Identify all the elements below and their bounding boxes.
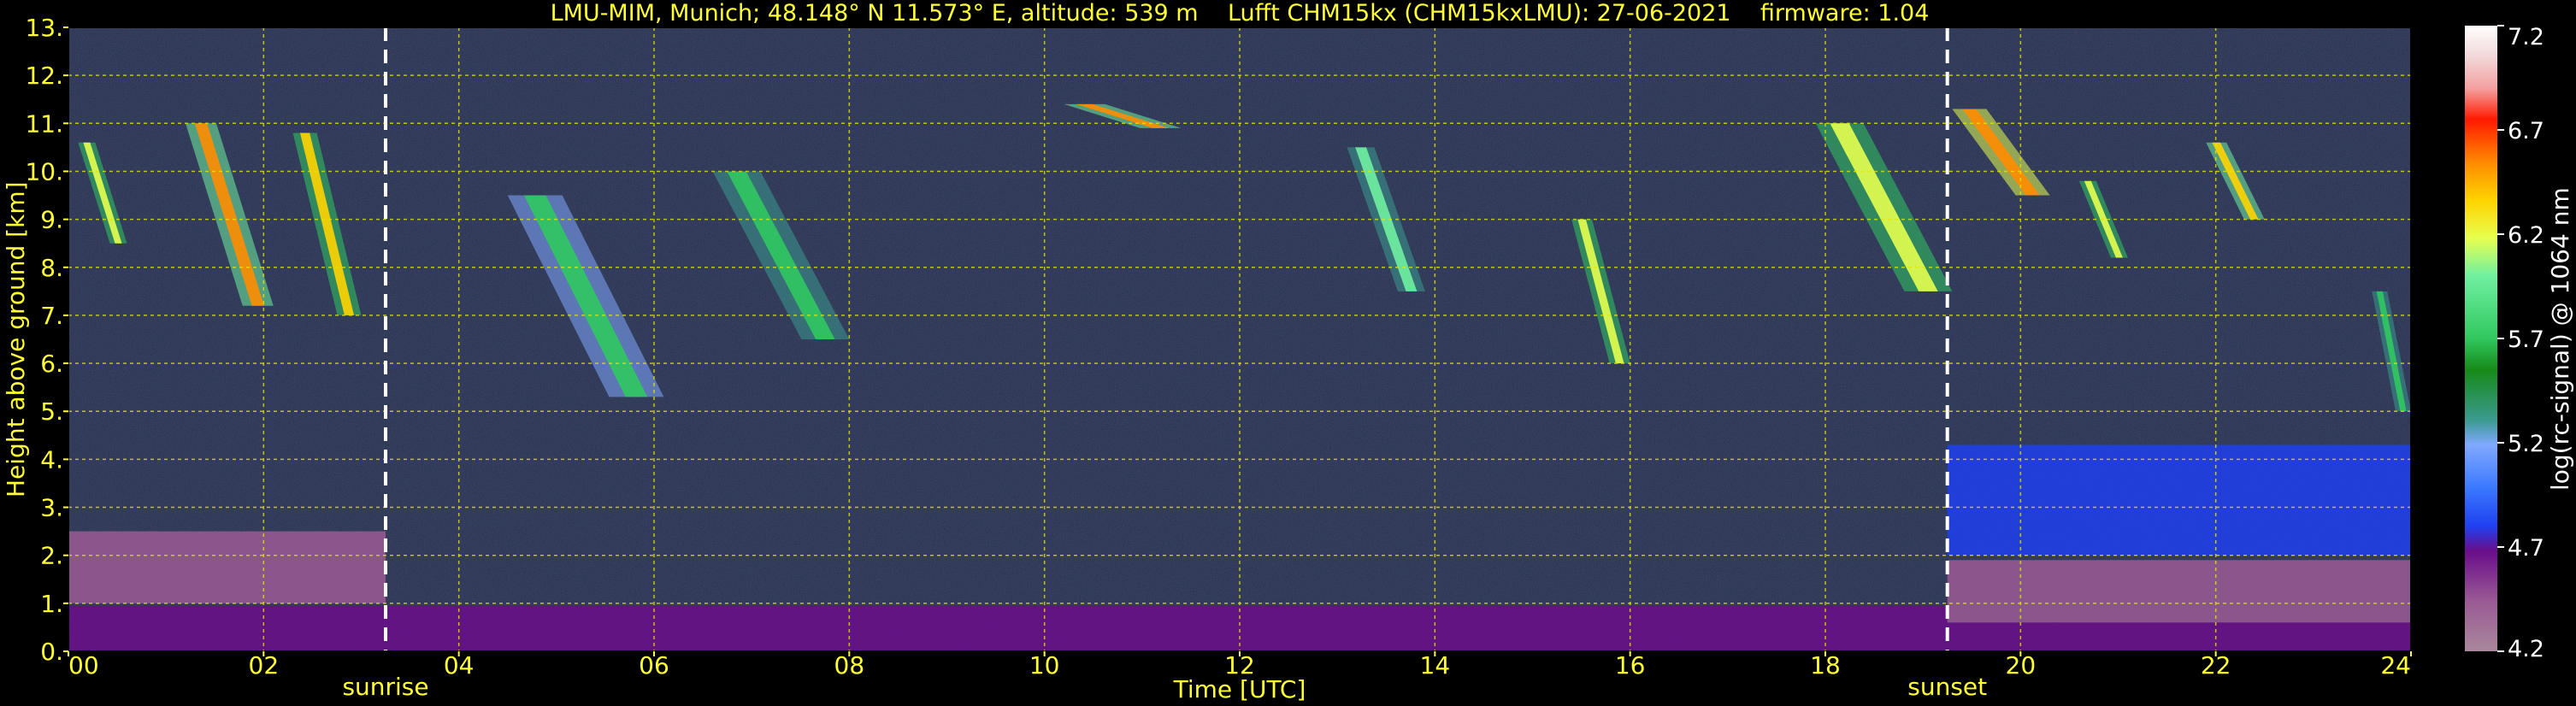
colorbar-tick-label: 5.7 — [2508, 327, 2544, 353]
colorbar — [2465, 26, 2497, 651]
colorbar-tick-label: 6.7 — [2508, 118, 2544, 144]
y-tick-label: 9. — [40, 206, 63, 234]
sun-marker-label: sunset — [1907, 673, 1987, 701]
x-tick-label: 20 — [2006, 651, 2037, 680]
y-tick-label: 8. — [40, 254, 63, 282]
y-tick-label: 0. — [40, 638, 63, 666]
y-tick-label: 5. — [40, 397, 63, 426]
y-tick-label: 10. — [25, 157, 63, 185]
x-tick-label: 02 — [249, 651, 280, 680]
aerosol-layer — [68, 605, 1948, 651]
y-tick-label: 13. — [25, 14, 63, 42]
x-tick-label: 10 — [1029, 651, 1060, 680]
sun-marker-label: sunrise — [342, 673, 428, 701]
y-tick-label: 11. — [25, 109, 63, 138]
colorbar-label: log(rc-signal) @ 1064 nm — [2546, 186, 2574, 491]
x-tick-label: 04 — [444, 651, 475, 680]
aerosol-layer — [68, 531, 386, 603]
aerosol-layer — [1947, 560, 2411, 623]
colorbar-tick-label: 4.7 — [2508, 535, 2544, 562]
x-tick-label: 16 — [1615, 651, 1646, 680]
y-axis-label: Height above ground [km] — [2, 181, 30, 497]
y-tick-label: 2. — [40, 542, 63, 570]
colorbar-ticks: 7.2 6.7 6.2 5.7 5.2 4.7 4.2 — [2497, 24, 2544, 662]
x-tick-label: 00 — [68, 651, 99, 680]
x-tick-label: 14 — [1420, 651, 1451, 680]
x-tick-label: 22 — [2201, 651, 2231, 680]
colorbar-tick-label: 6.2 — [2508, 222, 2544, 249]
colorbar-tick-label: 4.2 — [2508, 636, 2544, 662]
y-tick-label: 1. — [40, 590, 63, 618]
y-axis: 0. 1. 2. 3. 4. 5. 6. 7. 8. 9. 10. 11. 12. 13. — [25, 14, 68, 666]
aerosol-layer — [1947, 444, 2411, 556]
y-tick-label: 7. — [40, 302, 63, 330]
y-tick-label: 3. — [40, 494, 63, 522]
y-tick-label: 6. — [40, 350, 63, 378]
x-tick-label: 08 — [834, 651, 865, 680]
aerosol-layer — [1947, 622, 2411, 651]
signal-noise — [68, 27, 2411, 651]
colorbar-tick-label: 5.2 — [2508, 431, 2544, 457]
x-axis-label: Time [UTC] — [1173, 675, 1306, 703]
x-tick-label: 18 — [1810, 651, 1841, 680]
ceilometer-chart: sunrise sunset 00 02 04 06 08 10 12 14 16 18 20 22 24… — [25, 14, 2544, 703]
x-tick-label: 06 — [639, 651, 669, 680]
y-tick-label: 12. — [25, 62, 63, 90]
x-tick-label: 24 — [2380, 651, 2411, 680]
colorbar-tick-label: 7.2 — [2508, 24, 2544, 50]
y-tick-label: 4. — [40, 445, 63, 474]
